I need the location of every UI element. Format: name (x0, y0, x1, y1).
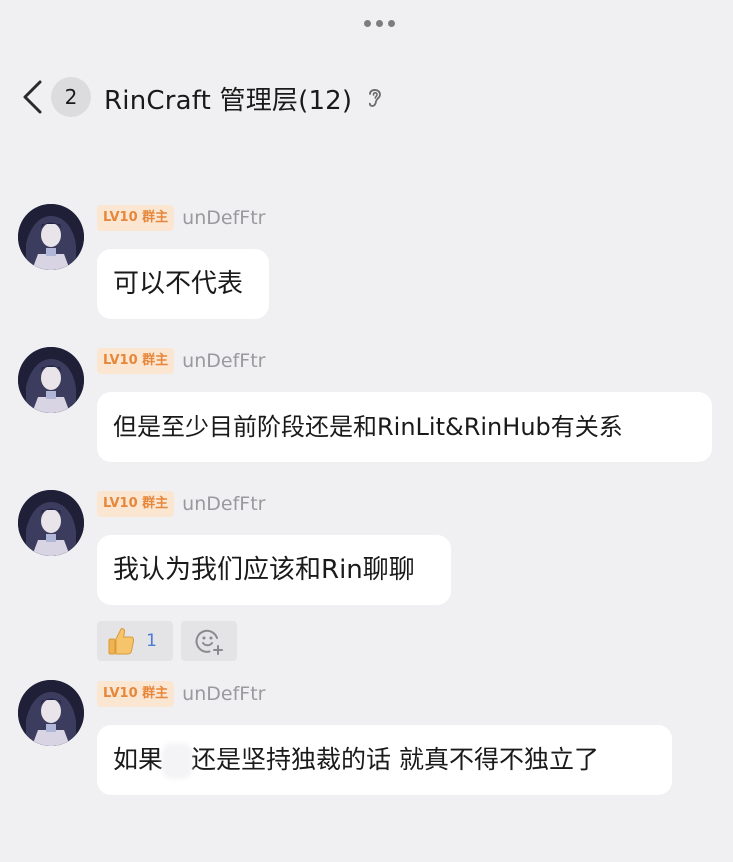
sender-name[interactable]: unDefFtr (182, 207, 265, 229)
more-options-icon[interactable] (364, 20, 395, 27)
message-meta: LV10 群主 unDefFtr (97, 204, 265, 232)
level-badge: LV10 群主 (97, 681, 175, 707)
redacted-blur (162, 743, 193, 779)
thumbs-up-icon (108, 628, 135, 655)
message-bubble[interactable]: 可以不代表 (97, 249, 269, 319)
level-badge: LV10 群主 (97, 205, 175, 231)
sender-name[interactable]: unDefFtr (182, 350, 265, 372)
message-bubble[interactable]: 但是至少目前阶段还是和RinLit&RinHub有关系 (97, 392, 712, 462)
avatar[interactable] (18, 347, 84, 413)
dot (364, 20, 371, 27)
level-badge: LV10 群主 (97, 491, 175, 517)
group-title[interactable]: RinCraft 管理层(12) (104, 80, 352, 117)
message-text-part: 还是坚持独裁的话 就真不得不独立了 (191, 745, 599, 774)
sender-name[interactable]: unDefFtr (182, 493, 265, 515)
ear-icon[interactable] (366, 85, 384, 109)
message-meta: LV10 群主 unDefFtr (97, 490, 265, 518)
add-reaction-button[interactable] (181, 621, 237, 661)
message-reactions: 1 (97, 621, 237, 661)
message-meta: LV10 群主 unDefFtr (97, 680, 265, 708)
message-bubble[interactable]: 我认为我们应该和Rin聊聊 (97, 535, 451, 605)
avatar-image (18, 347, 84, 413)
dot (376, 20, 383, 27)
sender-name[interactable]: unDefFtr (182, 683, 265, 705)
message-text-part: 如果 (113, 745, 164, 774)
avatar-image (18, 204, 84, 270)
avatar-image (18, 490, 84, 556)
add-emoji-icon (195, 629, 223, 655)
avatar[interactable] (18, 680, 84, 746)
like-reaction[interactable]: 1 (97, 621, 173, 661)
dot (388, 20, 395, 27)
message-bubble[interactable]: 如果 还是坚持独裁的话 就真不得不独立了 (97, 725, 672, 795)
avatar-image (18, 680, 84, 746)
chat-header: 2 RinCraft 管理层(12) (0, 72, 733, 122)
message-meta: LV10 群主 unDefFtr (97, 347, 265, 375)
like-count: 1 (146, 631, 157, 651)
back-arrow-icon[interactable] (20, 78, 44, 116)
unread-count-badge[interactable]: 2 (51, 77, 91, 117)
level-badge: LV10 群主 (97, 348, 175, 374)
avatar[interactable] (18, 204, 84, 270)
avatar[interactable] (18, 490, 84, 556)
